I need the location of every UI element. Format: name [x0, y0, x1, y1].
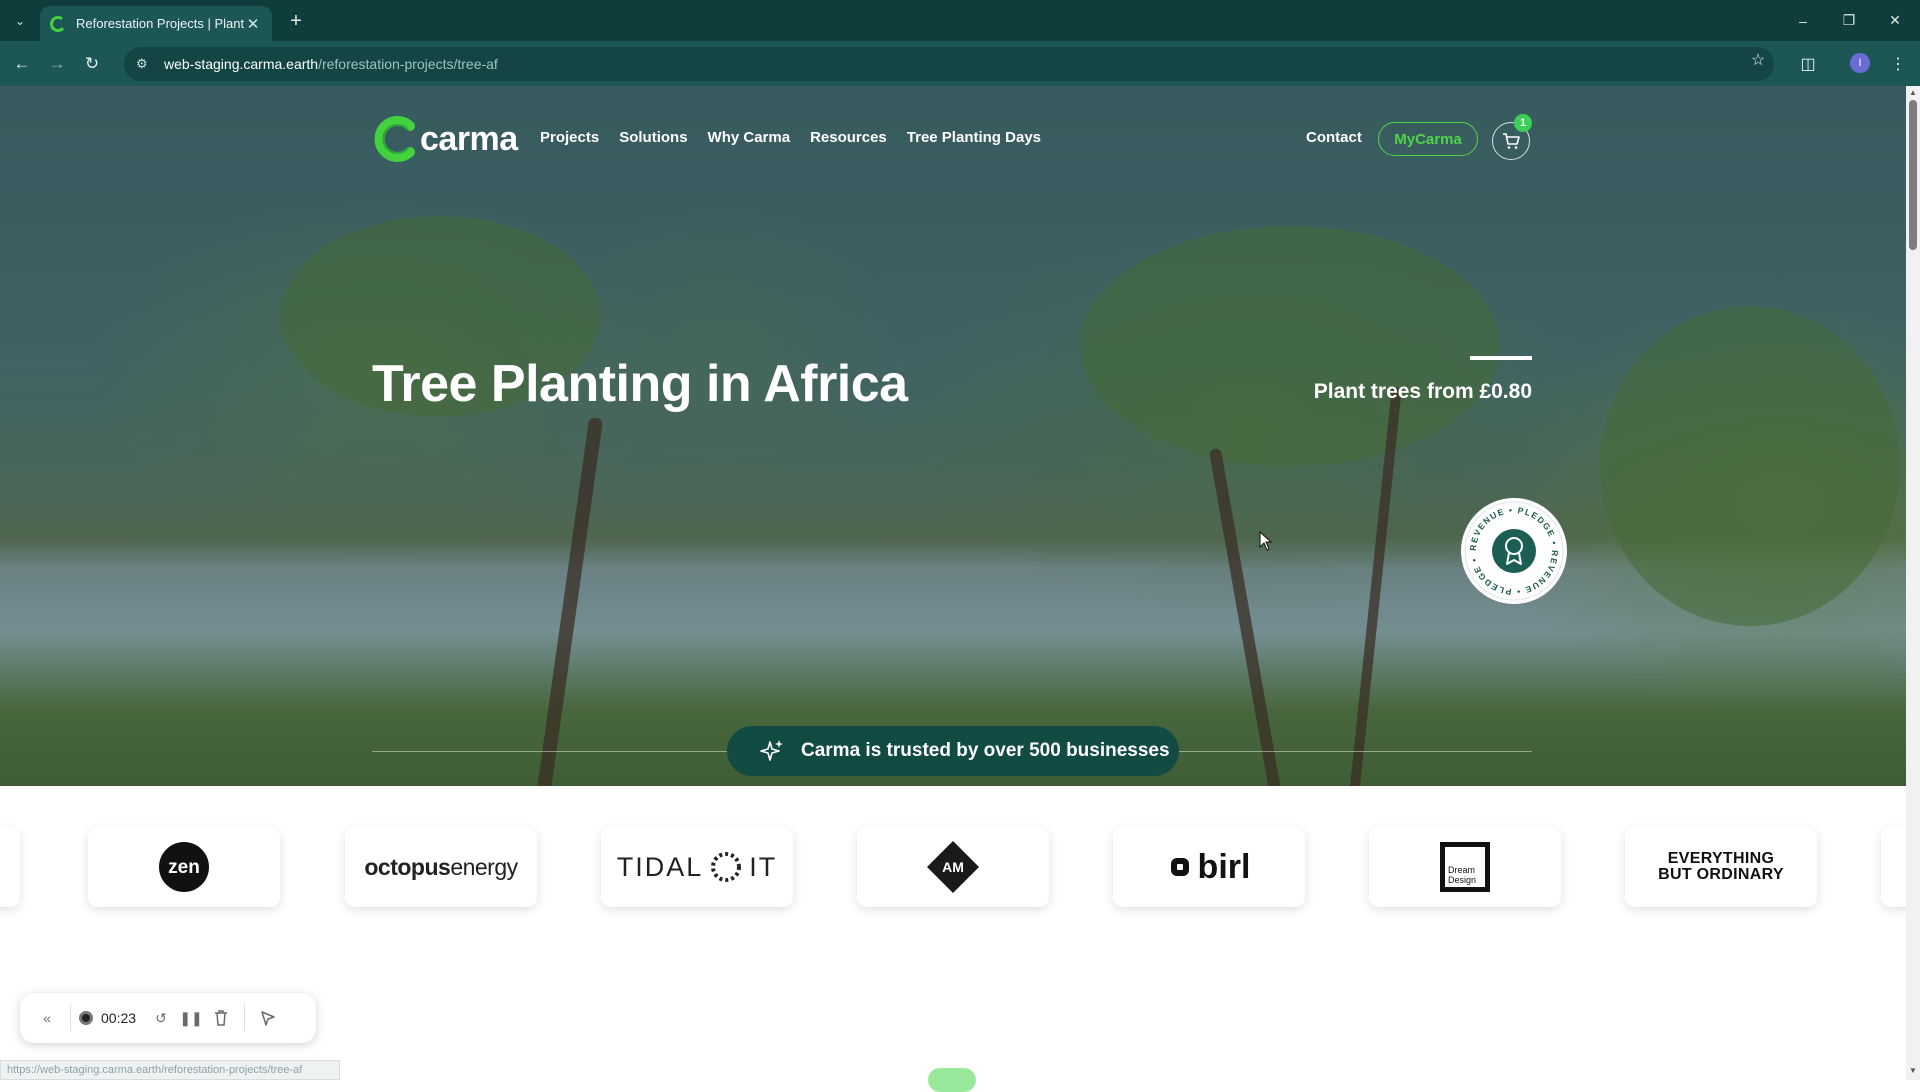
record-indicator-icon — [79, 1011, 93, 1025]
mouse-cursor-icon — [1259, 531, 1273, 551]
menu-kebab-icon[interactable]: ⋮ — [1884, 50, 1912, 78]
cart-icon — [1503, 133, 1520, 149]
trash-icon[interactable] — [206, 1003, 236, 1033]
tree-trunk — [530, 417, 604, 835]
birl-mark-icon — [1170, 858, 1189, 876]
recorder-divider — [70, 1005, 71, 1031]
browser-tab-strip: ⌄ Reforestation Projects | Plant Tr ✕ + … — [0, 0, 1920, 41]
birl-logo: birl — [1168, 848, 1250, 887]
client-logo-zen: zen — [88, 827, 280, 907]
price-text: Plant trees from £0.80 — [1313, 380, 1532, 403]
svg-text:zen: zen — [168, 857, 200, 878]
site-header: carma Projects Solutions Why Carma Resou… — [372, 114, 1532, 168]
browser-toolbar: ← → ↻ ⚙ web-staging.carma.earth/reforest… — [0, 41, 1920, 86]
trusted-pill: Carma is trusted by over 500 businesses — [727, 726, 1179, 776]
price-accent-bar — [1470, 356, 1532, 360]
svg-text:AM: AM — [942, 859, 964, 875]
client-logo-card — [1881, 827, 1906, 907]
scroll-down-arrow-icon[interactable]: ▼ — [1908, 1066, 1918, 1075]
sparkle-icon — [760, 740, 783, 761]
active-tab[interactable]: Reforestation Projects | Plant Tr ✕ — [40, 6, 272, 41]
scroll-thumb[interactable] — [1909, 100, 1917, 250]
carma-logo-icon — [374, 116, 415, 162]
nav-solutions[interactable]: Solutions — [619, 129, 687, 146]
window-close-icon[interactable]: ✕ — [1872, 0, 1918, 41]
revenue-pledge-badge[interactable]: REVENUE • PLEDGE • REVENUE • PLEDGE • — [1461, 498, 1567, 604]
url-text: web-staging.carma.earth/reforestation-pr… — [164, 56, 498, 72]
pause-icon[interactable]: ❚❚ — [176, 1003, 206, 1033]
page-scrollbar[interactable]: ▲ ▼ — [1906, 86, 1920, 1080]
contact-link[interactable]: Contact — [1306, 129, 1362, 146]
new-tab-plus-icon[interactable]: + — [282, 8, 310, 34]
zen-logo: zen — [159, 842, 209, 892]
tab-search-chevron-icon[interactable]: ⌄ — [8, 9, 32, 33]
reload-icon[interactable]: ↻ — [78, 50, 106, 78]
pledge-seal-icon: REVENUE • PLEDGE • REVENUE • PLEDGE • — [1464, 501, 1564, 601]
bookmark-star-icon[interactable]: ☆ — [1744, 46, 1772, 74]
carma-favicon-icon — [50, 15, 66, 32]
recording-timer: 00:23 — [101, 1010, 137, 1026]
cart-count-badge: 1 — [1514, 114, 1532, 132]
octopus-energy-logo: octopusenergy — [364, 853, 518, 880]
logo-text: carma — [420, 119, 518, 158]
nav-projects[interactable]: Projects — [540, 129, 599, 146]
page-title: Tree Planting in Africa — [372, 355, 908, 413]
client-logo-octopus-energy: octopusenergy — [345, 827, 537, 907]
site-info-icon[interactable]: ⚙ — [136, 56, 164, 72]
web-page: carma Projects Solutions Why Carma Resou… — [0, 86, 1906, 1080]
am-logo: AM — [927, 841, 979, 893]
tree-canopy — [1600, 306, 1900, 626]
mycarma-button[interactable]: MyCarma — [1378, 122, 1478, 156]
everything-but-ordinary-logo: EVERYTHING BUT ORDINARY — [1658, 850, 1784, 883]
client-logo-birl: birl — [1113, 827, 1305, 907]
screen-recorder-widget: « 00:23 ↺ ❚❚ — [20, 993, 316, 1043]
restore-icon[interactable]: ❐ — [1826, 0, 1872, 41]
tab-title: Reforestation Projects | Plant Tr — [76, 16, 244, 31]
trusted-text: Carma is trusted by over 500 businesses — [801, 740, 1170, 761]
extensions-puzzle-icon[interactable]: ◫ — [1794, 50, 1822, 78]
forward-arrow-icon[interactable]: → — [43, 50, 71, 78]
address-bar[interactable]: ⚙ web-staging.carma.earth/reforestation-… — [124, 47, 1774, 81]
nav-resources[interactable]: Resources — [810, 129, 887, 146]
restart-icon[interactable]: ↺ — [146, 1003, 176, 1033]
client-logo-tidal-it: TIDAL IT — [601, 827, 793, 907]
client-logo-am: AM — [857, 827, 1049, 907]
client-logo-card — [0, 827, 20, 907]
recorder-divider — [244, 1005, 246, 1031]
carma-logo[interactable]: carma — [372, 114, 518, 164]
client-logo-dream-design: Dream Design — [1369, 827, 1561, 907]
tidal-ring-icon — [711, 852, 742, 882]
tidal-it-logo: TIDAL IT — [617, 850, 778, 884]
client-logo-everything-but-ordinary: EVERYTHING BUT ORDINARY — [1625, 827, 1817, 907]
section-button-peek[interactable] — [928, 1068, 976, 1092]
minimize-icon[interactable]: – — [1780, 0, 1826, 41]
collapse-chevrons-icon[interactable]: « — [32, 1003, 62, 1033]
pointer-tool-icon[interactable] — [253, 1003, 283, 1033]
nav-why-carma[interactable]: Why Carma — [708, 129, 791, 146]
dream-design-logo: Dream Design — [1440, 842, 1490, 892]
nav-tree-planting-days[interactable]: Tree Planting Days — [907, 129, 1041, 146]
status-bar-url: https://web-staging.carma.earth/reforest… — [0, 1060, 340, 1080]
scroll-up-arrow-icon[interactable]: ▲ — [1908, 88, 1918, 97]
back-arrow-icon[interactable]: ← — [8, 50, 36, 78]
main-nav: Projects Solutions Why Carma Resources T… — [540, 129, 1041, 146]
profile-avatar[interactable]: I — [1850, 53, 1870, 73]
tab-close-icon[interactable]: ✕ — [244, 15, 262, 33]
tree-canopy — [1080, 226, 1500, 466]
